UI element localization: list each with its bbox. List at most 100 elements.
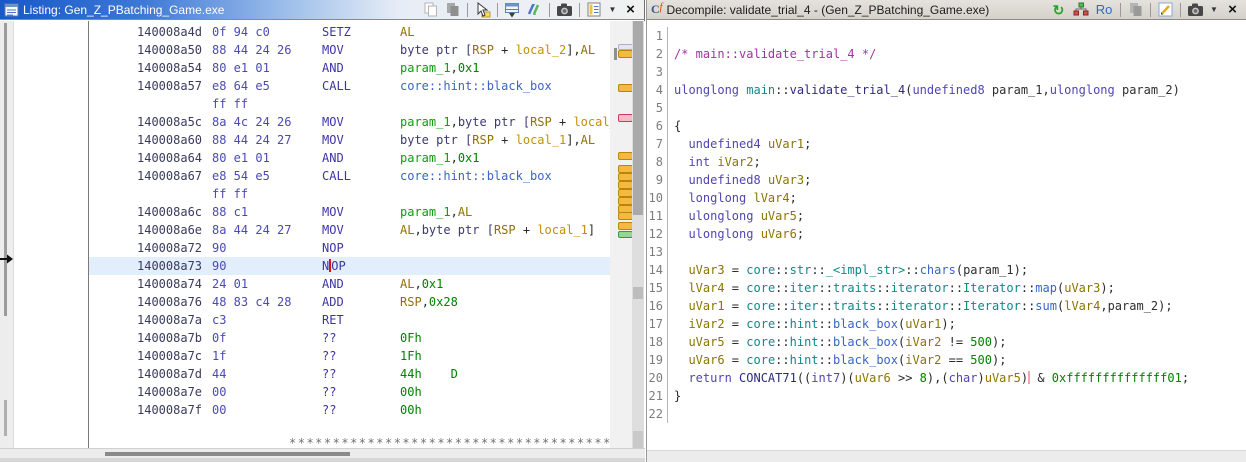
decompile-line[interactable]: 17 iVar2 = core::hint::black_box(uVar1); [647,315,1246,333]
close-icon[interactable]: × [1223,1,1242,19]
code-text[interactable]: uVar6 = core::hint::black_box(iVar2 == 5… [668,351,1006,369]
code-text[interactable]: ulonglong main::validate_trial_4(undefin… [668,81,1180,99]
edit-pencil-icon[interactable] [1156,1,1175,19]
listing-row[interactable]: 140008a74 24 01 AND AL,0x1 [89,275,610,293]
code-text[interactable]: longlong lVar4; [668,189,796,207]
decompile-line[interactable]: 13 [647,243,1246,261]
decompile-line[interactable]: 5 [647,99,1246,117]
dropdown-arrow-icon[interactable]: ▼ [1208,1,1220,19]
listing-row[interactable]: 140008a5c 8a 4c 24 26 MOV param_1,byte ptr … [89,113,610,131]
code-text[interactable] [668,99,674,117]
listing-row[interactable]: 140008a7f 00?? 00h [89,401,610,419]
decompile-line[interactable]: 8 int iVar2; [647,153,1246,171]
listing-row[interactable]: 140008a6c 88 c1 MOV param_1,AL [89,203,610,221]
decompile-line[interactable]: 3 [647,63,1246,81]
refresh-icon[interactable]: ↻ [1049,1,1068,19]
decompile-line[interactable]: 19 uVar6 = core::hint::black_box(iVar2 =… [647,351,1246,369]
code-text[interactable]: undefined4 uVar1; [668,135,811,153]
listing-hscrollbar[interactable] [0,448,645,458]
listing-row[interactable]: 140008a7e 00?? 00h [89,383,610,401]
listing-row[interactable]: 140008a6e 8a 44 24 27 MOV AL,byte ptr [RSP … [89,221,610,239]
green-analysis-marker[interactable] [618,231,633,238]
decompile-line[interactable]: 9 undefined8 uVar3; [647,171,1246,189]
hscrollbar-thumb[interactable] [105,452,350,456]
snapshot-camera-icon[interactable] [1186,1,1205,19]
markup-table-icon[interactable] [503,1,522,19]
code-text[interactable]: /* main::validate_trial_4 */ [668,45,876,63]
decompile-line[interactable]: 6{ [647,117,1246,135]
listing-row[interactable]: 140008a50 88 44 24 26 MOV byte ptr [RSP + l… [89,41,610,59]
listing-row[interactable]: 140008a54 80 e1 01 AND param_1,0x1 [89,59,610,77]
orange-analysis-marker[interactable] [618,84,633,92]
orange-analysis-marker[interactable] [618,212,633,220]
listing-row[interactable]: 140008a72 90 NOP [89,239,610,257]
decompile-line[interactable]: 1 [647,27,1246,45]
code-text[interactable]: } [668,387,681,405]
diff-view-icon[interactable] [525,1,544,19]
listing-header[interactable]: Listing: Gen_Z_PBatching_Game.exe ▼ × [0,0,644,20]
code-text[interactable] [668,243,674,261]
paste-icon[interactable] [443,1,462,19]
decompile-line[interactable]: 2/* main::validate_trial_4 */ [647,45,1246,63]
listing-row[interactable]: 140008a57 e8 64 e5 CALL core::hint::black_b… [89,77,610,95]
orange-analysis-marker[interactable] [618,189,633,197]
decompile-line[interactable]: 20 return CONCAT71((int7)(uVar6 >> 8),(c… [647,369,1246,387]
decompile-line[interactable]: 11 ulonglong uVar5; [647,207,1246,225]
listing-vscrollbar[interactable] [632,21,644,453]
code-text[interactable]: uVar5 = core::hint::black_box(iVar2 != 5… [668,333,1006,351]
copy-icon[interactable] [421,1,440,19]
code-text[interactable]: ulonglong uVar5; [668,207,804,225]
listing-row[interactable]: 140008a64 80 e1 01 AND param_1,0x1 [89,149,610,167]
listing-row[interactable]: 140008a4d 0f 94 c0 SETZ AL [89,23,610,41]
decompile-content[interactable]: 1 2/* main::validate_trial_4 */3 4 ulonglon… [647,21,1246,450]
decompile-line[interactable]: 16 uVar1 = core::iter::traits::iterator:… [647,297,1246,315]
code-text[interactable] [668,63,674,81]
orange-analysis-marker[interactable] [618,181,633,189]
close-icon[interactable]: × [621,1,640,19]
listing-row[interactable]: 140008a7c 1f?? 1Fh [89,347,610,365]
decompile-line[interactable]: 4 ulonglong main::validate_trial_4(undefi… [647,81,1246,99]
red-analysis-marker[interactable] [618,114,633,122]
code-text[interactable]: uVar3 = core::str::_<impl_str>::chars(pa… [668,261,1028,279]
code-text[interactable]: { [668,117,681,135]
listing-row[interactable]: 140008a60 88 44 24 27 MOV byte ptr [RSP + l… [89,131,610,149]
code-text[interactable]: ulonglong uVar6; [668,225,804,243]
dropdown-arrow-icon[interactable]: ▼ [607,1,618,19]
copy-icon[interactable] [1126,1,1145,19]
orange-analysis-marker[interactable] [618,165,633,173]
decompile-line[interactable]: 12 ulonglong uVar6; [647,225,1246,243]
listing-row-current[interactable]: 140008a73 90 N OP [89,257,610,275]
listing-row[interactable]: ff ff [89,95,610,113]
listing-viewport[interactable]: 140008a4d 0f 94 c0 SETZ AL 140008a50 88 44 24… [89,21,610,448]
decompile-line[interactable]: 14 uVar3 = core::str::_<impl_str>::chars… [647,261,1246,279]
decompile-header[interactable]: Cf Decompile: validate_trial_4 - (Gen_Z_… [647,0,1246,20]
ro-button[interactable]: Ro [1093,1,1115,19]
code-text[interactable]: uVar1 = core::iter::traits::iterator::It… [668,297,1172,315]
cursor-position-mark[interactable] [614,48,617,60]
listing-row[interactable]: 140008a7a c3 RET [89,311,610,329]
orange-analysis-marker[interactable] [618,222,633,230]
listing-display-icon[interactable] [585,1,604,19]
listing-marker-margin[interactable] [610,21,633,448]
code-text[interactable] [668,405,674,423]
decompile-line[interactable]: 7 undefined4 uVar1; [647,135,1246,153]
snapshot-camera-icon[interactable] [555,1,574,19]
code-text[interactable] [668,27,674,45]
listing-row[interactable]: 140008a76 48 83 c4 28 ADD RSP,0x28 [89,293,610,311]
cursor-location-icon[interactable] [473,1,492,19]
code-text[interactable]: undefined8 uVar3; [668,171,811,189]
orange-analysis-marker[interactable] [618,152,633,160]
listing-row[interactable]: 140008a7b 0f?? 0Fh [89,329,610,347]
graph-tree-icon[interactable] [1071,1,1090,19]
orange-analysis-marker[interactable] [618,173,633,181]
decompile-line[interactable]: 10 longlong lVar4; [647,189,1246,207]
code-text[interactable]: int iVar2; [668,153,760,171]
decompile-line[interactable]: 15 lVar4 = core::iter::traits::iterator:… [647,279,1246,297]
code-text[interactable]: return CONCAT71((int7)(uVar6 >> 8),(char… [668,369,1189,387]
vscrollbar-thumb[interactable] [633,21,643,215]
code-text[interactable]: lVar4 = core::iter::traits::iterator::It… [668,279,1114,297]
decompile-line[interactable]: 22 [647,405,1246,423]
orange-analysis-marker[interactable] [618,50,633,58]
listing-row[interactable]: 140008a7d 44?? 44h D [89,365,610,383]
listing-row[interactable]: ff ff [89,185,610,203]
